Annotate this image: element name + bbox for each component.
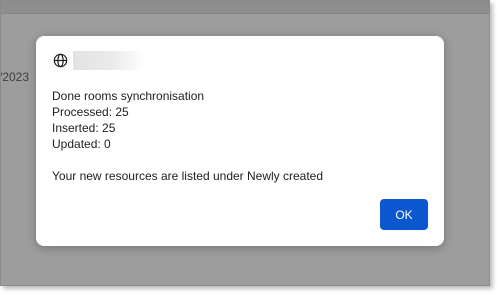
message-line: Updated: 0: [52, 137, 111, 151]
message-spacer: [52, 152, 323, 168]
page-top-bar: [1, 1, 489, 14]
message-line: Processed: 25: [52, 105, 129, 119]
background-date-fragment: /2023: [0, 70, 30, 84]
globe-icon: [53, 53, 68, 68]
message-line: Inserted: 25: [52, 121, 116, 135]
message-note: Your new resources are listed under Newl…: [52, 169, 324, 183]
message-line: Done rooms synchronisation: [52, 89, 205, 103]
blurred-site-origin: [73, 51, 145, 70]
ok-button[interactable]: OK: [380, 199, 428, 230]
dialog-message: Done rooms synchronisation Processed: 25…: [52, 88, 323, 184]
alert-dialog: Done rooms synchronisation Processed: 25…: [36, 36, 444, 246]
